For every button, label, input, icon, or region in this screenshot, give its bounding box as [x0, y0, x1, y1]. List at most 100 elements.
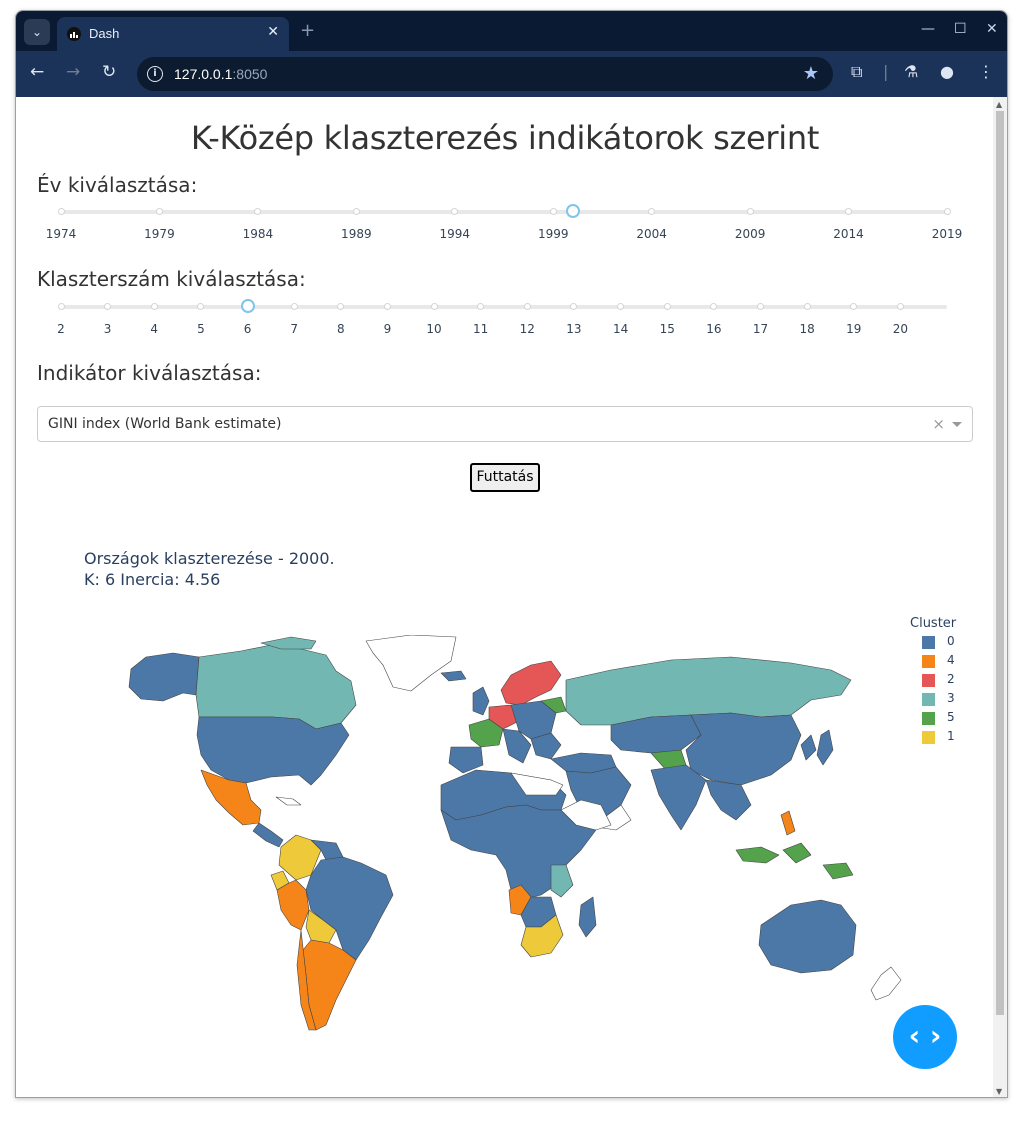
- cluster-count-slider[interactable]: [57, 299, 947, 313]
- year-mark-label[interactable]: 1994: [439, 227, 470, 241]
- cluster-tick-dot[interactable]: [523, 302, 531, 310]
- clear-selection-icon[interactable]: ×: [932, 415, 945, 433]
- dropdown-caret-icon[interactable]: [952, 422, 962, 427]
- labs-flask-icon[interactable]: ⚗: [904, 62, 918, 81]
- reload-icon[interactable]: ↻: [102, 62, 116, 82]
- cluster-tick-dot[interactable]: [756, 302, 764, 310]
- year-tick-dot[interactable]: [254, 207, 262, 215]
- cluster-mark-label[interactable]: 15: [660, 322, 675, 336]
- year-mark-label[interactable]: 1984: [243, 227, 274, 241]
- cluster-mark-label[interactable]: 10: [426, 322, 441, 336]
- cluster-mark-label[interactable]: 17: [753, 322, 768, 336]
- country-india[interactable]: [650, 764, 707, 831]
- cluster-mark-label[interactable]: 9: [384, 322, 392, 336]
- cluster-mark-label[interactable]: 20: [893, 322, 908, 336]
- window-close-icon[interactable]: ✕: [986, 21, 998, 37]
- country-alaska[interactable]: [128, 652, 200, 702]
- cluster-tick-dot[interactable]: [104, 302, 112, 310]
- site-info-icon[interactable]: i: [147, 66, 163, 82]
- country-iceland[interactable]: [440, 670, 467, 682]
- country-tanzania[interactable]: [550, 864, 574, 898]
- cluster-tick-dot[interactable]: [570, 302, 578, 310]
- country-peru[interactable]: [276, 879, 310, 931]
- year-tick-dot[interactable]: [451, 207, 459, 215]
- back-icon[interactable]: ←: [30, 62, 44, 82]
- country-philippines[interactable]: [780, 810, 796, 836]
- country-southeast-asia[interactable]: [705, 779, 752, 821]
- country-usa[interactable]: [196, 716, 350, 786]
- year-mark-label[interactable]: 1979: [144, 227, 175, 241]
- cluster-mark-label[interactable]: 3: [104, 322, 112, 336]
- cluster-tick-dot[interactable]: [197, 302, 205, 310]
- browser-tab[interactable]: Dash ✕: [57, 17, 289, 51]
- page-scrollbar[interactable]: ▲ ▼: [993, 97, 1007, 1097]
- year-mark-label[interactable]: 2014: [833, 227, 864, 241]
- year-slider[interactable]: [57, 204, 951, 218]
- cluster-tick-dot[interactable]: [803, 302, 811, 310]
- choropleth-world-map[interactable]: [111, 635, 911, 1035]
- country-australia[interactable]: [758, 899, 857, 974]
- more-menu-icon[interactable]: ⋮: [978, 62, 994, 81]
- year-mark-label[interactable]: 2004: [636, 227, 667, 241]
- maximize-icon[interactable]: ☐: [954, 21, 967, 37]
- country-cuba[interactable]: [275, 796, 302, 806]
- tab-close-icon[interactable]: ✕: [267, 24, 279, 40]
- cluster-mark-label[interactable]: 13: [566, 322, 581, 336]
- year-handle[interactable]: [565, 204, 580, 218]
- country-indonesia-borneo[interactable]: [782, 842, 812, 864]
- cluster-mark-label[interactable]: 6: [244, 322, 252, 336]
- cluster-mark-label[interactable]: 5: [197, 322, 205, 336]
- cluster-tick-dot[interactable]: [477, 302, 485, 310]
- cluster-tick-dot[interactable]: [57, 302, 65, 310]
- cluster-tick-dot[interactable]: [430, 302, 438, 310]
- country-indonesia-west[interactable]: [735, 846, 780, 864]
- cluster-mark-label[interactable]: 11: [473, 322, 488, 336]
- bookmark-star-icon[interactable]: ★: [803, 63, 819, 84]
- country-iberia[interactable]: [448, 746, 484, 774]
- profile-avatar-icon[interactable]: ●: [940, 62, 954, 81]
- country-japan[interactable]: [816, 729, 834, 766]
- scroll-down-icon[interactable]: ▼: [996, 1087, 1002, 1096]
- cluster-tick-dot[interactable]: [383, 302, 391, 310]
- cluster-tick-dot[interactable]: [896, 302, 904, 310]
- scrollbar-thumb[interactable]: [996, 111, 1004, 1015]
- cluster-mark-label[interactable]: 18: [799, 322, 814, 336]
- cluster-tick-dot[interactable]: [150, 302, 158, 310]
- cluster-mark-label[interactable]: 16: [706, 322, 721, 336]
- year-mark-label[interactable]: 1989: [341, 227, 372, 241]
- new-tab-icon[interactable]: +: [300, 20, 315, 41]
- year-tick-dot[interactable]: [746, 207, 754, 215]
- year-tick-dot[interactable]: [155, 207, 163, 215]
- year-tick-dot[interactable]: [57, 207, 65, 215]
- country-korea[interactable]: [800, 734, 817, 761]
- cluster-tick-dot[interactable]: [617, 302, 625, 310]
- country-madagascar[interactable]: [578, 896, 597, 938]
- year-tick-dot[interactable]: [352, 207, 360, 215]
- indicator-dropdown[interactable]: GINI index (World Bank estimate) ×: [37, 406, 973, 442]
- cluster-mark-label[interactable]: 14: [613, 322, 628, 336]
- cluster-tick-dot[interactable]: [290, 302, 298, 310]
- minimize-icon[interactable]: —: [921, 21, 935, 37]
- country-scandinavia[interactable]: [500, 660, 562, 706]
- country-central-america[interactable]: [252, 822, 284, 848]
- year-mark-label[interactable]: 2009: [735, 227, 766, 241]
- year-mark-label[interactable]: 1999: [538, 227, 569, 241]
- extensions-icon[interactable]: ⧉: [851, 62, 862, 82]
- cluster-mark-label[interactable]: 4: [150, 322, 158, 336]
- cluster-mark-label[interactable]: 19: [846, 322, 861, 336]
- address-bar[interactable]: i 127.0.0.1:8050 ★: [137, 57, 833, 91]
- year-mark-label[interactable]: 2019: [932, 227, 963, 241]
- cluster-tick-dot[interactable]: [710, 302, 718, 310]
- cluster-mark-label[interactable]: 7: [290, 322, 298, 336]
- year-tick-dot[interactable]: [943, 207, 951, 215]
- year-tick-dot[interactable]: [549, 207, 557, 215]
- scroll-up-icon[interactable]: ▲: [996, 100, 1002, 109]
- country-papua[interactable]: [822, 862, 854, 880]
- country-china[interactable]: [685, 712, 802, 786]
- tab-search-icon[interactable]: ⌄: [24, 19, 50, 45]
- country-canada[interactable]: [195, 644, 357, 730]
- country-uk[interactable]: [472, 686, 490, 716]
- dash-debug-fab[interactable]: ‹ ›: [893, 1005, 957, 1069]
- cluster-tick-dot[interactable]: [663, 302, 671, 310]
- cluster-mark-label[interactable]: 8: [337, 322, 345, 336]
